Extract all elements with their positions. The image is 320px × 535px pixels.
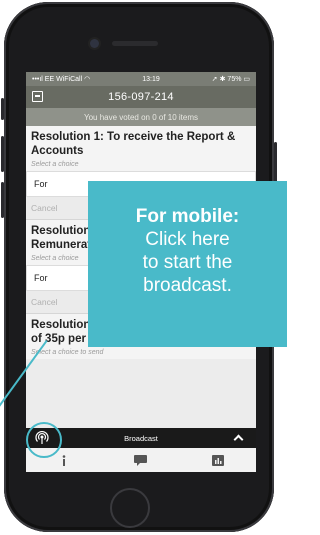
exit-icon[interactable] bbox=[32, 91, 43, 102]
broadcast-label: Broadcast bbox=[124, 433, 158, 443]
location-icon: ➚ ✱ bbox=[211, 76, 228, 83]
volume-down-button bbox=[1, 182, 4, 218]
meeting-id-title: 156-097-214 bbox=[108, 91, 174, 103]
signal-icon: •••ıl bbox=[32, 76, 45, 83]
battery-indicator: ➚ ✱ 75% ▭ bbox=[211, 76, 250, 83]
carrier-label: •••ıl EE WiFiCall ◠ bbox=[32, 76, 91, 83]
earpiece-speaker bbox=[112, 41, 158, 46]
resolution-hint: Select a choice to send bbox=[31, 349, 104, 356]
vote-status-bar: You have voted on 0 of 10 items bbox=[26, 108, 256, 126]
callout-line: Click here bbox=[145, 229, 230, 250]
clock: 13:19 bbox=[142, 75, 160, 83]
resolution-hint: Select a choice bbox=[31, 161, 79, 168]
app-header: 156-097-214 bbox=[26, 86, 256, 108]
mute-switch bbox=[1, 98, 4, 120]
battery-icon: ▭ bbox=[241, 76, 250, 83]
info-icon[interactable] bbox=[57, 454, 71, 466]
resolution-title: Resolution 1: To receive the Report & Ac… bbox=[31, 131, 236, 157]
home-button[interactable] bbox=[110, 488, 150, 528]
volume-up-button bbox=[1, 136, 4, 172]
callout-line: broadcast. bbox=[143, 275, 232, 296]
wifi-icon: ◠ bbox=[82, 76, 91, 83]
chat-icon[interactable] bbox=[134, 454, 148, 466]
front-camera bbox=[90, 39, 99, 48]
chart-icon[interactable] bbox=[211, 454, 225, 466]
chevron-up-icon[interactable] bbox=[233, 434, 244, 445]
instruction-callout: For mobile: Click here to start the broa… bbox=[88, 181, 287, 347]
callout-line: to start the bbox=[142, 252, 233, 273]
callout-heading: For mobile: bbox=[135, 206, 240, 227]
broadcast-highlight-ring bbox=[26, 422, 62, 458]
bottom-tab-bar bbox=[26, 448, 256, 472]
status-bar: •••ıl EE WiFiCall ◠ 13:19 ➚ ✱ 75% ▭ bbox=[26, 72, 256, 86]
